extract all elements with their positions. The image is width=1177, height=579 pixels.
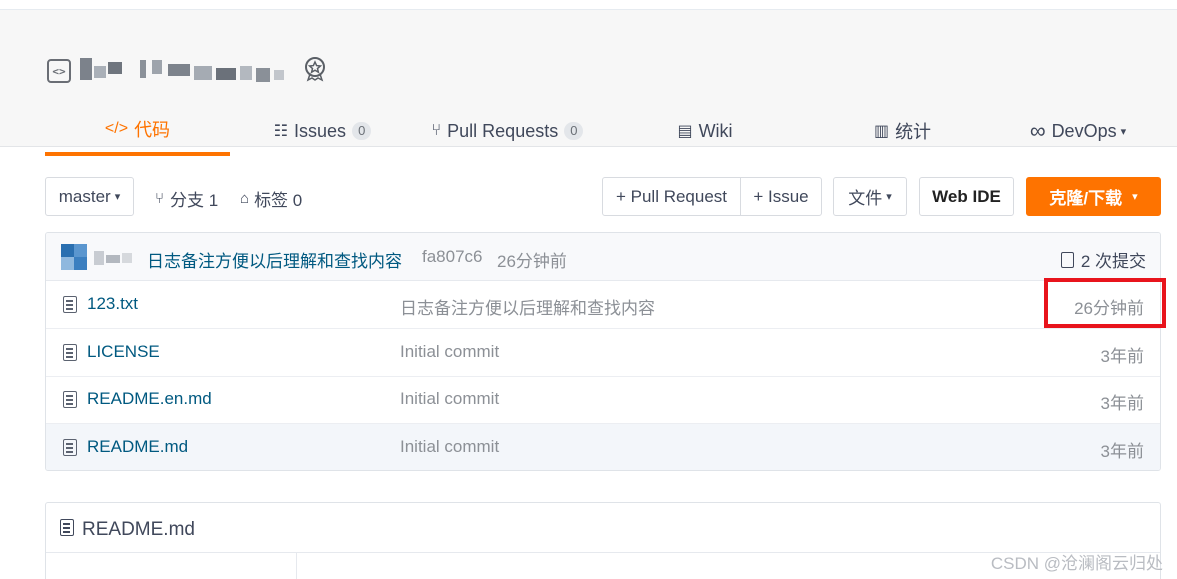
tab-label: 代码 [134,120,171,140]
top-strip [0,0,1177,10]
table-row: README.md Initial commit 3年前 [46,424,1160,470]
branches-link[interactable]: ⑂ 分支 1 [155,186,218,211]
chevron-down-icon: ▾ [886,191,892,203]
history-icon [1060,251,1074,268]
tag-icon: ⌂ [240,190,250,207]
infinity-icon: ∞ [1029,118,1046,143]
file-name-link[interactable]: LICENSE [87,342,160,362]
tab-stats[interactable]: ▥ 统计 [810,106,995,156]
file-icon [63,296,77,313]
book-icon: ▤ [677,123,693,140]
file-commit-message[interactable]: Initial commit [400,342,499,362]
table-row: README.en.md Initial commit 3年前 [46,376,1160,424]
file-commit-message[interactable]: Initial commit [400,389,499,409]
author-name-blurred[interactable] [94,247,134,267]
repo-code-icon: <> [47,59,71,83]
branches-label: 分支 1 [170,191,219,210]
file-icon [60,519,74,536]
award-badge-icon[interactable] [302,56,328,82]
latest-commit-bar: 日志备注方便以后理解和查找内容 fa807c6 26分钟前 2 次提交 [46,233,1160,281]
web-ide-button[interactable]: Web IDE [919,177,1014,216]
branch-label: master [58,186,111,206]
tab-label: Pull Requests [447,120,559,141]
table-row: LICENSE Initial commit 3年前 [46,329,1160,377]
commit-hash[interactable]: fa807c6 [422,247,483,267]
chevron-down-icon: ▾ [1132,191,1138,203]
tags-link[interactable]: ⌂ 标签 0 [240,186,302,211]
file-commit-time: 3年前 [1100,394,1144,413]
repo-header: <> </> 代码 ☷ Issues 0 ⑂ Pull Requests 0 ▤… [0,10,1177,156]
tab-label: Issues [294,120,347,141]
file-commit-message[interactable]: 日志备注方便以后理解和查找内容 [400,294,655,319]
readme-title: README.md [82,519,195,540]
repo-tabs: </> 代码 ☷ Issues 0 ⑂ Pull Requests 0 ▤ Wi… [45,106,1161,157]
tab-label: Wiki [698,120,733,141]
clone-download-label: 克隆/下载 [1049,189,1123,208]
file-name-link[interactable]: 123.txt [87,294,138,314]
files-dropdown-button[interactable]: 文件 ▾ [833,177,907,216]
issues-icon: ☷ [273,123,289,140]
highlight-annotation-box [1044,278,1166,328]
file-commit-message[interactable]: Initial commit [400,437,499,457]
file-name-link[interactable]: README.en.md [87,389,212,409]
new-issue-button[interactable]: + Issue [740,177,822,216]
branch-icon: ⑂ [155,190,165,207]
clone-download-button[interactable]: 克隆/下载 ▾ [1026,177,1161,216]
table-row: 123.txt 日志备注方便以后理解和查找内容 26分钟前 [46,281,1160,329]
commit-count-label: 2 次提交 [1080,252,1146,271]
file-icon [63,439,77,456]
tab-code[interactable]: </> 代码 [45,106,230,156]
tab-issues[interactable]: ☷ Issues 0 [230,106,415,156]
pull-request-icon: ⑂ [431,122,442,139]
chevron-down-icon: ▾ [114,191,121,203]
file-icon [63,344,77,361]
file-icon [63,391,77,408]
tab-wiki[interactable]: ▤ Wiki [600,106,810,156]
repo-name-blurred[interactable] [80,54,286,88]
issues-count-badge: 0 [352,122,372,140]
readme-header: README.md [46,503,1160,553]
tags-label: 标签 0 [254,191,303,210]
web-ide-label: Web IDE [932,186,1001,206]
branch-select[interactable]: master ▾ [45,177,134,216]
readme-divider [296,553,297,579]
code-icon: </> [104,120,129,137]
tab-devops[interactable]: ∞ DevOps ▾ [995,106,1161,156]
chevron-down-icon: ▾ [1120,125,1127,138]
tab-label: DevOps [1051,120,1117,141]
bar-chart-icon: ▥ [873,123,890,140]
new-issue-label: + Issue [753,186,809,206]
new-pull-request-label: + Pull Request [615,186,728,206]
tab-label: 统计 [895,122,932,142]
commit-time: 26分钟前 [497,252,567,271]
pull-requests-count-badge: 0 [564,122,584,140]
watermark: CSDN @沧澜阁云归处 [990,554,1163,573]
avatar[interactable] [61,244,87,270]
file-commit-time: 3年前 [1100,442,1144,461]
tab-pull-requests[interactable]: ⑂ Pull Requests 0 [415,106,600,156]
file-list: 日志备注方便以后理解和查找内容 fa807c6 26分钟前 2 次提交 123.… [45,232,1161,471]
commit-message-link[interactable]: 日志备注方便以后理解和查找内容 [147,247,402,272]
file-name-link[interactable]: README.md [87,437,188,457]
commit-count-link[interactable]: 2 次提交 [1060,247,1146,272]
new-pull-request-button[interactable]: + Pull Request [602,177,741,216]
files-label: 文件 [848,189,883,208]
file-commit-time: 3年前 [1100,347,1144,366]
